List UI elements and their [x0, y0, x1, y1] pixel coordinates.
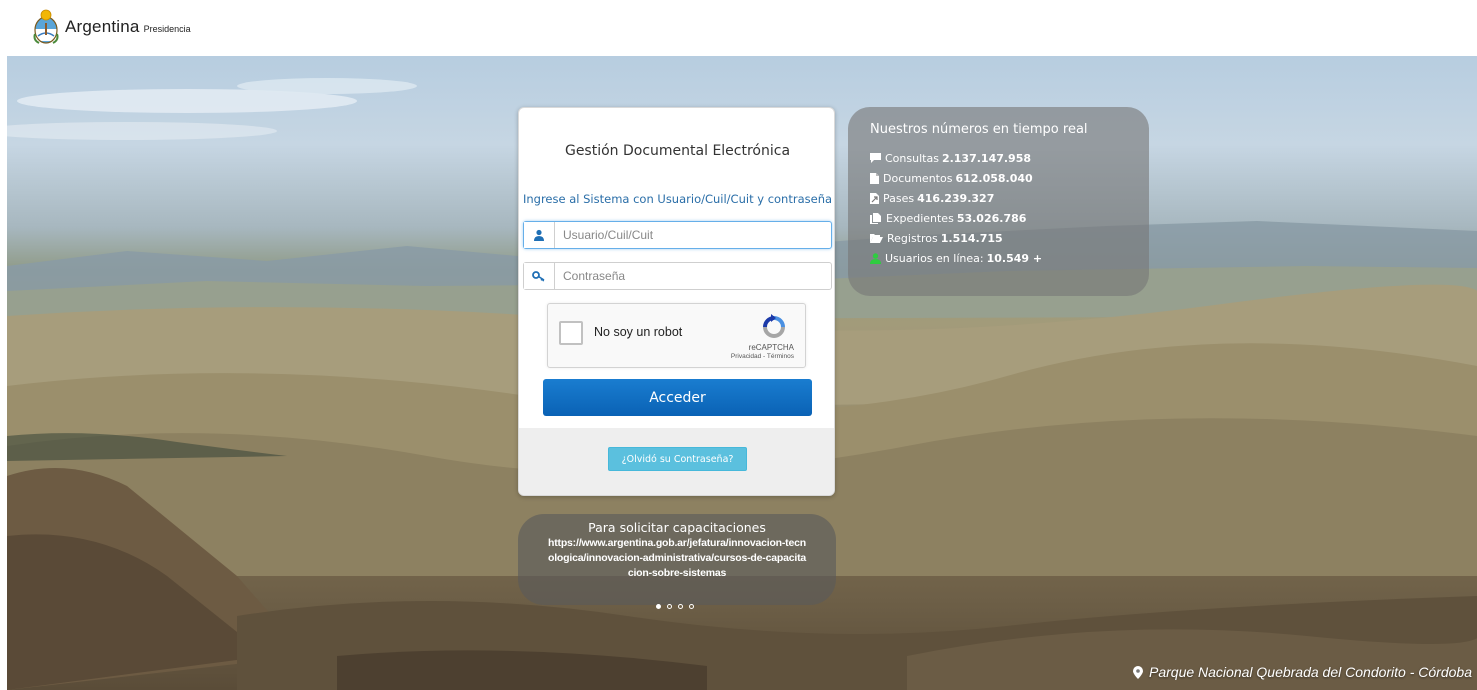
recaptcha-label: No soy un robot [594, 325, 683, 339]
recaptcha-brand: reCAPTCHA [748, 343, 794, 352]
login-button[interactable]: Acceder [543, 379, 812, 416]
user-icon [524, 222, 555, 248]
stat-usuarios-online: Usuarios en línea: 10.549 + [870, 248, 1127, 268]
password-input[interactable] [555, 263, 831, 289]
username-input[interactable] [555, 222, 831, 248]
username-field[interactable] [523, 221, 832, 249]
argentina-coat-of-arms-icon [33, 9, 59, 44]
stat-registros: Registros 1.514.715 [870, 228, 1127, 248]
stat-label: Expedientes [886, 211, 954, 225]
location-caption: Parque Nacional Quebrada del Condorito -… [1133, 664, 1477, 680]
recaptcha-links[interactable]: Privacidad - Términos [731, 353, 794, 360]
brand[interactable]: Argentina Presidencia [33, 8, 191, 46]
stat-consultas: Consultas 2.137.147.958 [870, 148, 1127, 168]
stats-title: Nuestros números en tiempo real [870, 122, 1088, 137]
login-card: Gestión Documental Electrónica Ingrese a… [518, 107, 835, 496]
stat-value: 612.058.040 [955, 171, 1033, 185]
login-title: Gestión Documental Electrónica [564, 143, 791, 159]
stat-label: Consultas [885, 151, 939, 165]
brand-name: Argentina [65, 17, 140, 36]
file-icon [870, 172, 879, 184]
stat-value: 53.026.786 [956, 211, 1027, 225]
training-title: Para solicitar capacitaciones [588, 520, 766, 535]
training-link[interactable]: https://www.argentina.gob.ar/jefatura/in… [518, 536, 836, 581]
comment-icon [870, 153, 881, 163]
carousel-indicators [656, 604, 694, 609]
recaptcha-icon [763, 314, 785, 338]
stat-label: Usuarios en línea: [885, 251, 984, 265]
map-marker-icon [1133, 665, 1143, 679]
recaptcha-checkbox[interactable] [559, 321, 583, 345]
training-panel: Para solicitar capacitaciones https://ww… [518, 514, 836, 605]
stat-value: 1.514.715 [940, 231, 1003, 245]
stat-value: 2.137.147.958 [941, 151, 1032, 165]
carousel-dot[interactable] [689, 604, 694, 609]
password-field[interactable] [523, 262, 832, 290]
files-icon [870, 212, 881, 224]
forgot-password-button[interactable]: ¿Olvidó su Contraseña? [608, 447, 747, 471]
stat-label: Registros [887, 231, 938, 245]
stat-label: Documentos [883, 171, 953, 185]
carousel-dot[interactable] [656, 604, 661, 609]
recaptcha-widget: No soy un robot reCAPTCHA Privacidad - T… [547, 303, 806, 368]
folder-open-icon [870, 234, 883, 243]
carousel-dot[interactable] [678, 604, 683, 609]
stat-value: 10.549 + [986, 251, 1043, 265]
stat-pases: Pases 416.239.327 [870, 188, 1127, 208]
key-icon [524, 263, 555, 289]
file-arrow-icon [870, 192, 879, 204]
stat-expedientes: Expedientes 53.026.786 [870, 208, 1127, 228]
stat-documentos: Documentos 612.058.040 [870, 168, 1127, 188]
stat-value: 416.239.327 [917, 191, 995, 205]
login-instructions: Ingrese al Sistema con Usuario/Cuil/Cuit… [522, 192, 833, 206]
location-text: Parque Nacional Quebrada del Condorito -… [1149, 664, 1472, 680]
brand-subtitle: Presidencia [143, 24, 191, 34]
user-online-icon [870, 252, 881, 264]
login-card-footer: ¿Olvidó su Contraseña? [519, 428, 834, 495]
realtime-stats-panel: Nuestros números en tiempo real Consulta… [848, 107, 1149, 296]
stat-label: Pases [883, 191, 915, 205]
site-header: Argentina Presidencia [0, 0, 1477, 56]
carousel-dot[interactable] [667, 604, 672, 609]
